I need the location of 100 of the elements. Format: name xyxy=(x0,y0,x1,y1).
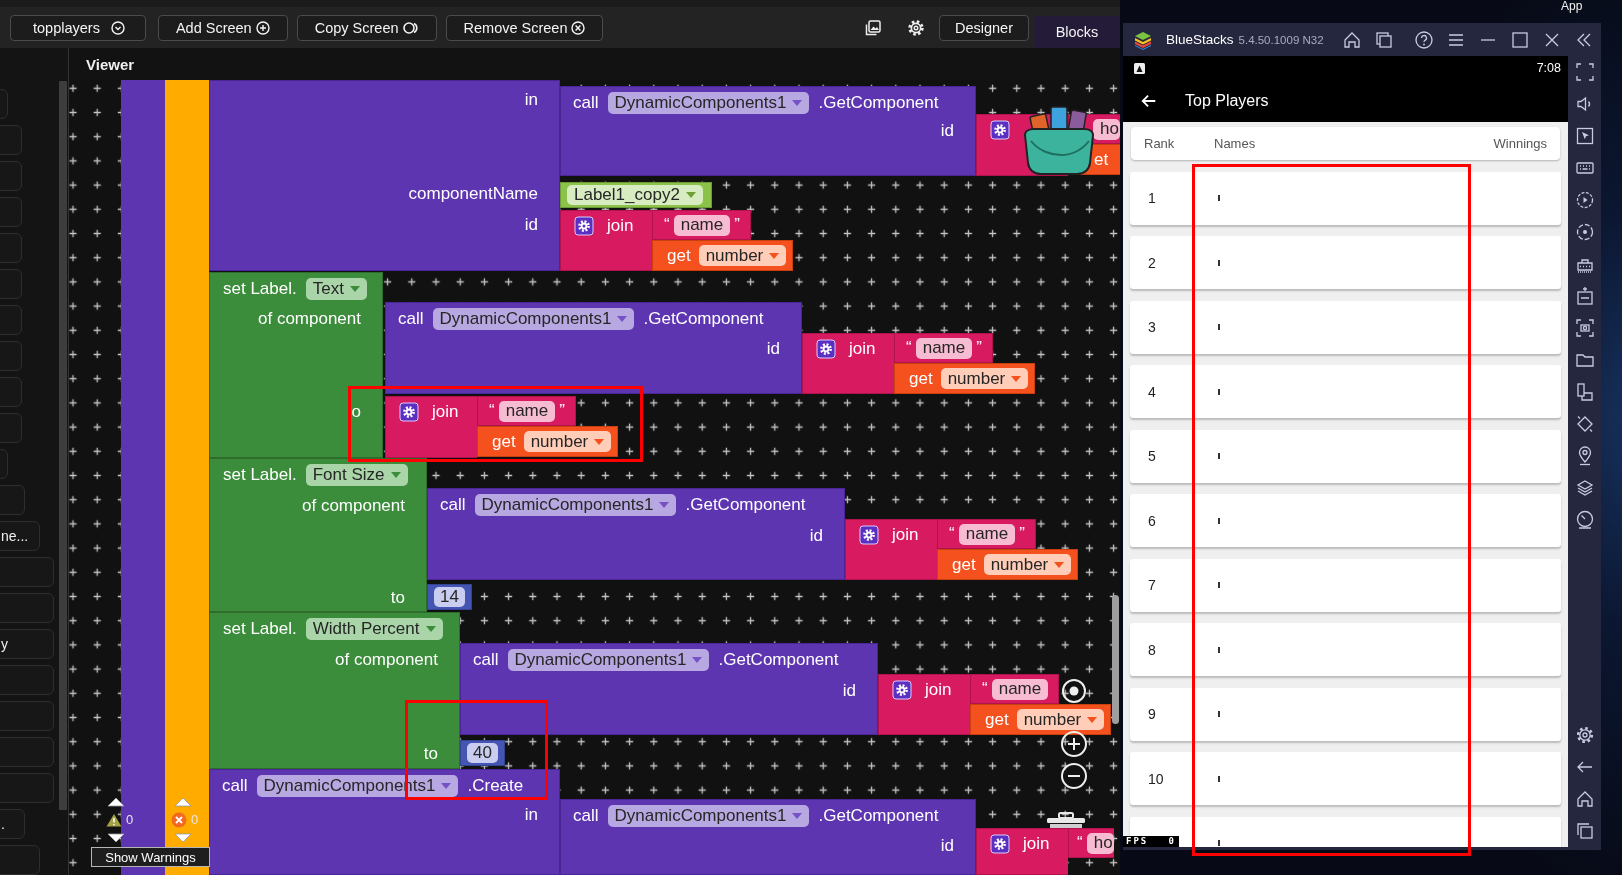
caret-icon xyxy=(792,99,803,106)
app-logo-icon xyxy=(1133,29,1153,50)
settings-icon[interactable] xyxy=(907,18,925,37)
settings-icon[interactable] xyxy=(1574,725,1595,745)
recent-apps-icon[interactable] xyxy=(1574,821,1595,841)
property-dropdown[interactable]: Width Percent xyxy=(305,617,443,640)
screens-icon[interactable] xyxy=(1574,382,1595,402)
variable-dropdown[interactable]: number xyxy=(983,554,1072,575)
gear-icon[interactable] xyxy=(816,339,836,359)
number-field[interactable]: 14 xyxy=(434,587,465,607)
rank-cell-text: 2 xyxy=(1148,254,1157,271)
quote-mark: “ xyxy=(664,215,670,235)
windows-icon[interactable] xyxy=(1374,29,1394,50)
maximize-icon[interactable] xyxy=(1510,29,1530,50)
gear-icon[interactable] xyxy=(574,216,594,236)
quote-mark: ” xyxy=(734,215,740,235)
dot-circle-icon[interactable] xyxy=(1574,222,1595,242)
text-field[interactable]: name xyxy=(498,400,556,422)
zoom-out-icon[interactable] xyxy=(1060,762,1088,790)
component-dropdown[interactable]: DynamicComponents1 xyxy=(432,307,635,330)
block-keyword: call xyxy=(222,775,248,796)
caret-icon xyxy=(1011,375,1022,382)
arrow-down-icon[interactable] xyxy=(107,833,125,843)
image-stack-icon[interactable] xyxy=(864,18,882,37)
component-dropdown[interactable]: Label1_copy2 xyxy=(567,185,703,205)
home-icon[interactable] xyxy=(1574,789,1595,809)
scrollbar[interactable] xyxy=(1112,595,1119,724)
panel-item[interactable]: ne... xyxy=(0,521,40,551)
block-keyword: call xyxy=(473,649,499,670)
version-label: 5.4.50.1009 N32 xyxy=(1238,33,1324,46)
rank-cell-text: 10 xyxy=(1148,770,1165,787)
text-field[interactable]: name xyxy=(915,337,973,359)
block-keyword: set Label. xyxy=(223,464,297,485)
fullscreen-icon[interactable] xyxy=(1574,62,1595,82)
socket-label: componentName xyxy=(408,184,538,204)
camera-icon[interactable] xyxy=(1574,318,1595,338)
socket-label: id xyxy=(766,339,780,359)
text-field[interactable]: name xyxy=(991,678,1049,700)
rank-cell-text: 8 xyxy=(1148,641,1157,658)
text-field[interactable]: name xyxy=(673,214,731,236)
panel-item[interactable]: y xyxy=(0,629,54,659)
socket-label: of component xyxy=(258,309,361,329)
scrollbar[interactable] xyxy=(59,81,67,810)
quote-mark: ” xyxy=(976,338,982,358)
socket-label: id xyxy=(940,836,954,856)
text-field[interactable]: ho xyxy=(1086,832,1114,854)
x-circle-icon xyxy=(571,20,586,35)
app-title: Top Players xyxy=(1185,92,1269,110)
property-dropdown[interactable]: Text xyxy=(305,277,367,300)
component-dropdown[interactable]: DynamicComponents1 xyxy=(474,493,677,516)
block-keyword: join xyxy=(1023,834,1050,854)
quote-mark: “ xyxy=(489,401,495,421)
component-dropdown[interactable]: DynamicComponents1 xyxy=(607,804,810,827)
chevron-circle-icon xyxy=(110,20,125,35)
number-field[interactable]: 40 xyxy=(467,743,498,763)
variable-dropdown[interactable]: number xyxy=(523,431,612,452)
socket-label: in xyxy=(524,90,538,110)
show-warnings-button[interactable]: Show Warnings xyxy=(91,847,210,867)
help-icon[interactable] xyxy=(1414,29,1434,50)
variable-dropdown[interactable]: number xyxy=(698,245,787,266)
text-field[interactable]: ho xyxy=(1093,118,1120,140)
caret-icon xyxy=(617,315,628,322)
screen-button[interactable]: Copy Screen xyxy=(296,14,437,41)
gear-icon[interactable] xyxy=(859,525,879,545)
screen-button[interactable]: Add Screen xyxy=(157,14,288,41)
variable-dropdown[interactable]: number xyxy=(940,368,1029,389)
gear-icon[interactable] xyxy=(892,680,912,700)
screen-button[interactable]: Remove Screen xyxy=(445,14,604,41)
text-field[interactable]: name xyxy=(958,523,1016,545)
component-dropdown[interactable]: DynamicComponents1 xyxy=(607,91,810,114)
gauge-icon[interactable] xyxy=(1574,510,1595,530)
view-tab[interactable]: Designer xyxy=(939,14,1029,41)
quote-mark: ” xyxy=(1019,524,1025,544)
play-circle-icon[interactable] xyxy=(1574,190,1595,210)
trash-icon[interactable] xyxy=(1045,812,1087,828)
block-keyword: join xyxy=(892,525,919,545)
block-keyword: call xyxy=(573,92,599,113)
variable-dropdown[interactable]: number xyxy=(1016,709,1105,730)
screen-dropdown[interactable]: topplayers xyxy=(10,14,146,41)
method-name: .Create xyxy=(467,775,524,796)
property-dropdown[interactable]: Font Size xyxy=(305,463,408,486)
arrow-up-icon[interactable] xyxy=(107,797,125,807)
method-name: .GetComponent xyxy=(818,805,939,826)
view-tab[interactable]: Blocks xyxy=(1034,16,1120,48)
zoom-in-icon[interactable] xyxy=(1060,730,1088,758)
back-arrow-icon[interactable] xyxy=(1140,92,1158,110)
pointer-icon[interactable] xyxy=(1574,126,1595,146)
package-icon[interactable] xyxy=(1574,286,1595,306)
component-dropdown[interactable]: DynamicComponents1 xyxy=(507,648,710,671)
target-icon[interactable] xyxy=(1061,678,1087,704)
gear-icon[interactable] xyxy=(990,834,1010,854)
quote-mark: “ xyxy=(906,338,912,358)
desktop-icon-label[interactable]: App xyxy=(1561,0,1583,12)
rank-cell-text: 7 xyxy=(1148,577,1157,593)
panel-item[interactable]: . xyxy=(0,809,25,839)
quote-mark: ” xyxy=(559,401,565,421)
column-header: Rank xyxy=(1144,136,1176,151)
gear-icon[interactable] xyxy=(990,120,1010,140)
caret-icon xyxy=(594,438,605,445)
gear-icon[interactable] xyxy=(399,402,419,422)
